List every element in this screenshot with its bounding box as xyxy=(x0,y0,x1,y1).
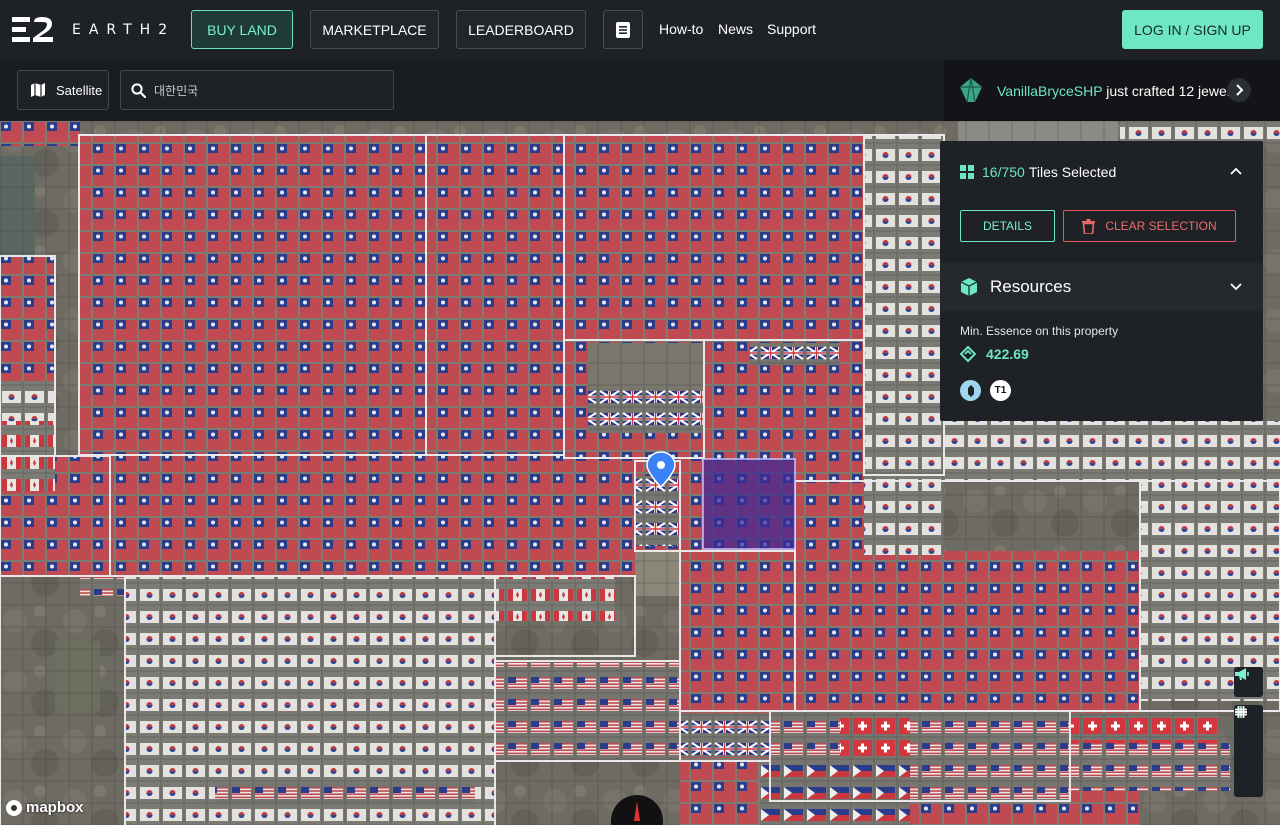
trash-icon xyxy=(1082,218,1096,234)
resources-title: Resources xyxy=(990,277,1072,296)
clear-selection-label: CLEAR SELECTION xyxy=(1105,219,1217,233)
essence-label: Min. Essence on this property xyxy=(960,324,1119,338)
search-input[interactable] xyxy=(154,83,374,97)
login-signup-button[interactable]: LOG IN / SIGN UP xyxy=(1122,10,1263,49)
tiles-count: 16/750 xyxy=(982,164,1025,180)
crystal-icon xyxy=(967,384,974,397)
leaderboard-button[interactable]: LEADERBOARD xyxy=(456,10,586,49)
nav-link-how-to[interactable]: How-to xyxy=(659,21,703,37)
buy-land-button[interactable]: BUY LAND xyxy=(191,10,293,49)
marketplace-button[interactable]: MARKETPLACE xyxy=(310,10,439,49)
cube-icon xyxy=(960,278,978,296)
tiles-icon xyxy=(960,165,974,179)
top-navbar: EARTH2 BUY LAND MARKETPLACE LEADERBOARD … xyxy=(0,0,1280,60)
tiles-selected-header[interactable]: 16/750 Tiles Selected xyxy=(960,164,1116,180)
search-icon xyxy=(131,82,146,98)
essence-value-row: 422.69 xyxy=(960,346,1029,362)
notification-user[interactable]: VanillaBryceSHP xyxy=(997,83,1102,99)
map-icon xyxy=(31,83,45,97)
tier-badge[interactable]: T1 xyxy=(990,380,1011,401)
announce-button[interactable] xyxy=(1234,667,1263,697)
map-toolbar: Satellite VanillaBryceSHP just crafted 1… xyxy=(0,60,1280,121)
notification-message: just crafted 12 jewels xyxy=(1102,83,1237,99)
selection-panel: 16/750 Tiles Selected DETAILS CLEAR SELE… xyxy=(940,141,1263,421)
selected-tiles xyxy=(702,458,796,550)
notification-next-button[interactable] xyxy=(1227,78,1251,102)
clear-selection-button[interactable]: CLEAR SELECTION xyxy=(1063,210,1236,242)
brand-wordmark: EARTH2 xyxy=(72,22,176,38)
earth2-logo[interactable] xyxy=(12,17,54,43)
resources-section-header[interactable]: Resources xyxy=(940,263,1263,311)
megaphone-icon xyxy=(1235,668,1249,680)
zoom-out-icon xyxy=(1235,711,1247,713)
mapbox-attribution[interactable]: mapbox xyxy=(6,799,84,816)
activity-notification[interactable]: VanillaBryceSHP just crafted 12 jewels xyxy=(944,60,1280,121)
essence-icon xyxy=(960,346,976,362)
document-button[interactable] xyxy=(603,10,643,49)
mapbox-logo-icon xyxy=(6,799,22,816)
zoom-controls xyxy=(1234,705,1263,797)
chevron-down-icon[interactable] xyxy=(1230,283,1242,291)
jewel-icon xyxy=(960,77,982,103)
satellite-label: Satellite xyxy=(56,82,103,98)
nav-link-news[interactable]: News xyxy=(718,21,753,37)
document-icon xyxy=(616,21,630,38)
chevron-right-icon xyxy=(1236,84,1244,96)
nav-link-support[interactable]: Support xyxy=(767,21,816,37)
resource-badge[interactable] xyxy=(960,380,981,401)
chevron-up-icon[interactable] xyxy=(1230,167,1242,175)
satellite-toggle-button[interactable]: Satellite xyxy=(17,70,109,110)
tiles-label: Tiles Selected xyxy=(1028,164,1117,180)
details-button[interactable]: DETAILS xyxy=(960,210,1055,242)
essence-value: 422.69 xyxy=(986,346,1029,362)
search-box[interactable] xyxy=(120,70,394,110)
notification-text: VanillaBryceSHP just crafted 12 jewels xyxy=(997,83,1237,99)
